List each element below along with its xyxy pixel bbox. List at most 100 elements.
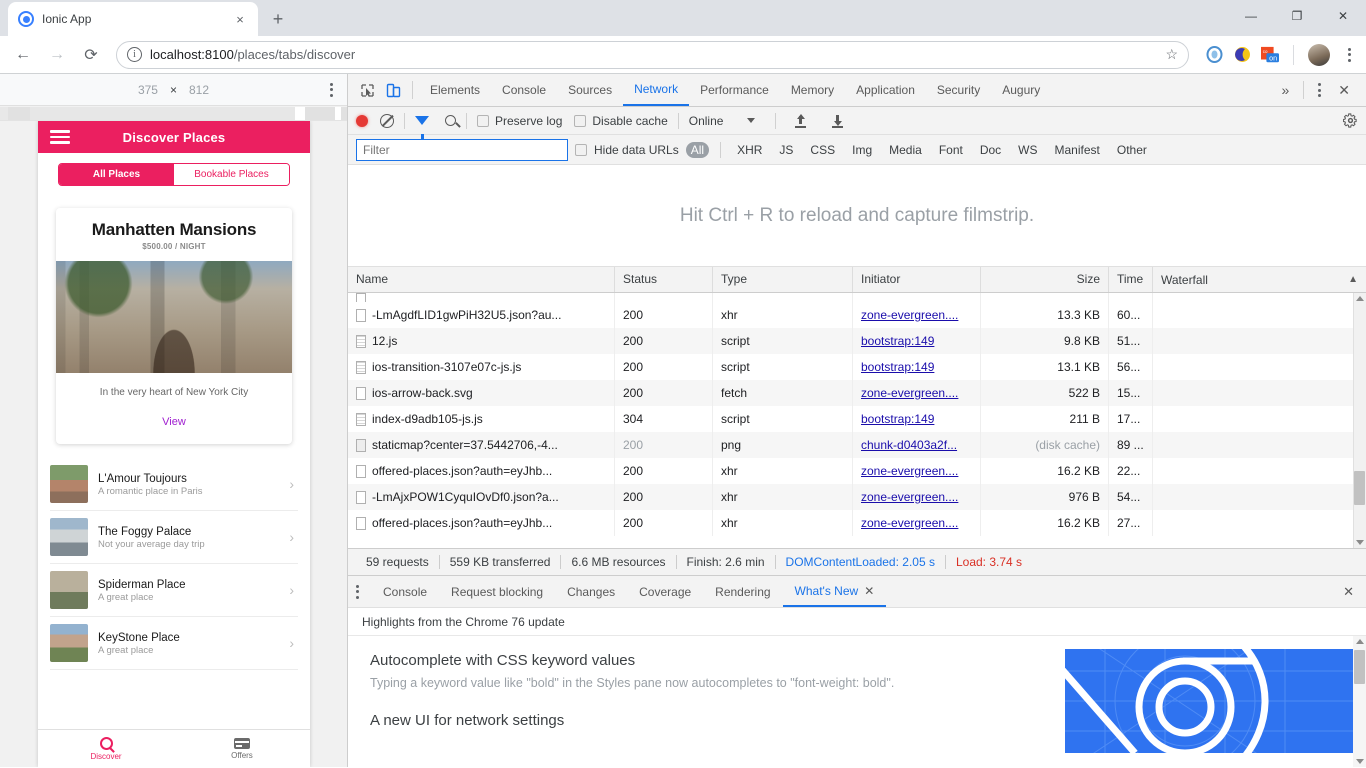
gear-icon[interactable] [1342,113,1358,128]
more-tabs-icon[interactable]: » [1273,74,1297,106]
tab-network[interactable]: Network [623,74,690,106]
drawer-tab-coverage[interactable]: Coverage [627,576,703,607]
address-bar[interactable]: i localhost:8100/places/tabs/discover ☆ [116,40,1189,69]
preserve-log-checkbox[interactable] [477,114,489,127]
request-initiator-link[interactable]: zone-evergreen.... [861,490,958,504]
forward-button[interactable]: → [42,40,72,70]
scroll-up-icon[interactable] [1356,639,1364,644]
browser-tab[interactable]: Ionic App × [8,2,258,36]
scroll-up-icon[interactable] [1356,296,1364,301]
tab-console[interactable]: Console [491,74,557,106]
table-row[interactable]: offered-places.json?auth=eyJhb... 200 xhr z… [348,510,1366,536]
browser-menu-icon[interactable] [1340,47,1358,62]
drawer-tab-whats-new[interactable]: What's New ✕ [782,576,887,607]
featured-place-card[interactable]: Manhatten Mansions $500.00 / NIGHT In th… [56,208,292,444]
ext-moon-icon[interactable] [1233,46,1251,64]
filter-type-media[interactable]: Media [884,142,927,158]
view-link[interactable]: View [162,416,186,428]
tab-performance[interactable]: Performance [689,74,780,106]
clear-no-entry-icon[interactable] [380,113,394,128]
device-height-input[interactable]: 812 [189,83,209,97]
scroll-down-icon[interactable] [1356,759,1364,764]
column-header-time[interactable]: Time [1109,267,1153,292]
list-item[interactable]: The Foggy Palace Not your average day tr… [50,511,298,564]
close-icon[interactable]: ✕ [864,584,874,598]
filter-type-js[interactable]: JS [774,142,798,158]
request-initiator-link[interactable]: zone-evergreen.... [861,386,958,400]
table-row[interactable]: 12.js 200 script bootstrap:149 9.8 KB 51... [348,328,1366,354]
funnel-icon[interactable] [415,116,429,139]
column-header-initiator[interactable]: Initiator [853,267,981,292]
maximize-button[interactable]: ❐ [1274,0,1320,32]
table-row[interactable] [348,293,1366,302]
table-row[interactable]: offered-places.json?auth=eyJhb... 200 xhr z… [348,458,1366,484]
drawer-menu-icon[interactable] [356,584,359,599]
list-item[interactable]: KeyStone Place A great place › [50,617,298,670]
inspect-cursor-icon[interactable] [354,77,380,103]
sort-ascending-icon[interactable]: ▲ [1348,274,1358,285]
tab-offers[interactable]: Offers [174,730,310,767]
filter-type-xhr[interactable]: XHR [732,142,767,158]
device-toolbar-icon[interactable] [380,77,406,103]
site-info-icon[interactable]: i [127,47,142,62]
throttling-select[interactable]: Online [689,114,724,128]
ext-on-badge-icon[interactable]: co on [1261,46,1279,64]
close-window-button[interactable]: ✕ [1320,0,1366,32]
chevron-down-icon[interactable] [747,118,756,123]
filter-type-css[interactable]: CSS [805,142,840,158]
ext-blue-icon[interactable] [1205,46,1223,64]
whats-new-scrollbar[interactable] [1353,636,1366,767]
disable-cache-checkbox[interactable] [574,114,587,127]
filter-type-ws[interactable]: WS [1013,142,1042,158]
record-circle-icon[interactable] [356,114,368,127]
device-width-input[interactable]: 375 [138,83,158,97]
list-item[interactable]: L'Amour Toujours A romantic place in Par… [50,458,298,511]
request-initiator-link[interactable]: bootstrap:149 [861,360,934,374]
table-row[interactable]: index-d9adb105-js.js 304 script bootstrap:1… [348,406,1366,432]
table-row[interactable]: -LmAjxPOW1CyquIOvDf0.json?a... 200 xhr zone… [348,484,1366,510]
column-header-waterfall[interactable]: Waterfall ▲ [1153,267,1366,292]
tab-discover[interactable]: Discover [38,730,174,767]
filter-input[interactable] [356,138,568,161]
segment-all-places[interactable]: All Places [59,164,174,185]
drawer-tab-changes[interactable]: Changes [555,576,627,607]
card-view-action[interactable]: View [56,408,292,444]
table-row[interactable]: ios-arrow-back.svg 200 fetch zone-evergreen… [348,380,1366,406]
scrollbar-thumb[interactable] [1354,471,1365,505]
table-row[interactable]: -LmAgdfLID1gwPiH32U5.json?au... 200 xhr zon… [348,302,1366,328]
device-menu-icon[interactable] [330,82,333,97]
scroll-down-icon[interactable] [1356,540,1364,545]
column-header-name[interactable]: Name [348,267,615,292]
search-icon[interactable] [445,115,456,126]
close-devtools-icon[interactable]: ✕ [1328,74,1360,106]
tab-memory[interactable]: Memory [780,74,845,106]
reload-button[interactable]: ⟳ [76,40,106,70]
request-initiator-link[interactable]: bootstrap:149 [861,412,934,426]
request-initiator-link[interactable]: bootstrap:149 [861,334,934,348]
table-row[interactable]: staticmap?center=37.5442706,-4... 200 png c… [348,432,1366,458]
tab-sources[interactable]: Sources [557,74,623,106]
bookmark-star-icon[interactable]: ☆ [1165,46,1178,63]
filter-type-font[interactable]: Font [934,142,968,158]
table-body[interactable]: -LmAgdfLID1gwPiH32U5.json?au... 200 xhr zon… [348,293,1366,548]
filter-type-manifest[interactable]: Manifest [1050,142,1105,158]
filter-type-all[interactable]: All [685,141,710,158]
request-initiator-link[interactable]: zone-evergreen.... [861,464,958,478]
tab-application[interactable]: Application [845,74,926,106]
minimize-button[interactable]: — [1228,0,1274,32]
filter-type-img[interactable]: Img [847,142,877,158]
hide-data-urls-checkbox[interactable] [575,143,587,156]
segment-bookable-places[interactable]: Bookable Places [174,164,289,185]
tab-security[interactable]: Security [926,74,991,106]
avatar[interactable] [1308,43,1330,66]
tab-augury[interactable]: Augury [991,74,1051,106]
new-tab-button[interactable]: + [264,5,292,33]
back-button[interactable]: ← [8,40,38,70]
request-initiator-link[interactable]: chunk-d0403a2f... [861,438,957,452]
drawer-tab-console[interactable]: Console [371,576,439,607]
devtools-menu-icon[interactable] [1310,83,1328,97]
filter-type-other[interactable]: Other [1112,142,1152,158]
close-drawer-icon[interactable]: ✕ [1343,584,1366,600]
request-initiator-link[interactable]: zone-evergreen.... [861,308,958,322]
scrollbar-thumb[interactable] [1354,650,1365,684]
